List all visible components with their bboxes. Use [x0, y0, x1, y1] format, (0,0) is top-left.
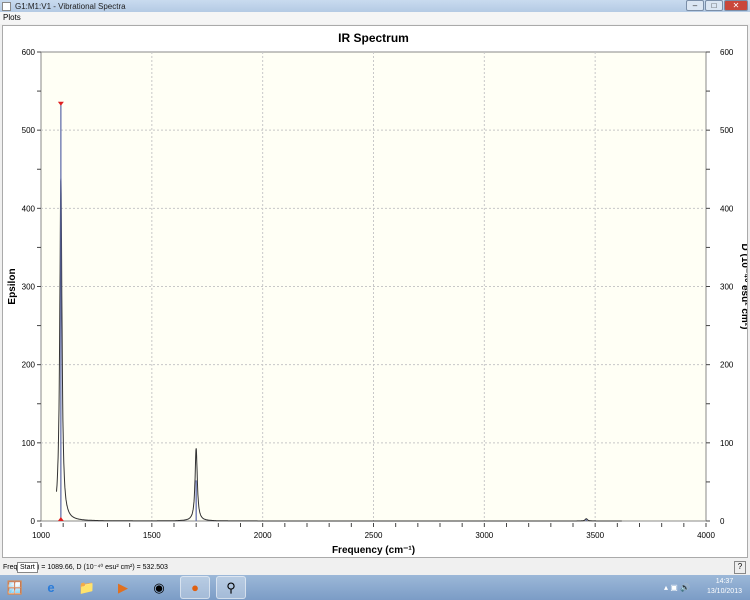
start-orb-icon[interactable]: 🪟	[0, 576, 30, 599]
x-tick-label: 3500	[586, 531, 604, 540]
y2-axis-label: D (10⁻⁴⁰ esu² cm²)	[739, 244, 747, 330]
ir-spectrum-chart[interactable]: IR Spectrum1000 1500 2000 2500 3000 3500 40000…	[3, 26, 747, 557]
clock-time: 14:37	[715, 578, 734, 585]
chrome-icon[interactable]: ◉	[144, 576, 174, 599]
x-axis-label: Frequency (cm⁻¹)	[332, 545, 415, 556]
x-tick-label: 1500	[143, 531, 161, 540]
start-tooltip: Start	[17, 562, 38, 573]
y-axis-label: Epsilon	[7, 268, 18, 304]
y2-tick-label: 100	[720, 439, 734, 448]
x-tick-label: 1000	[32, 531, 50, 540]
y2-tick-label: 500	[720, 126, 734, 135]
y2-tick-label: 0	[720, 517, 725, 526]
y2-tick-label: 200	[720, 361, 734, 370]
y-tick-label: 0	[31, 517, 36, 526]
tray-icons[interactable]: ▴ ▣ 🔊	[664, 583, 690, 592]
minimize-button[interactable]: –	[686, 0, 704, 11]
maximize-button[interactable]: □	[705, 0, 723, 11]
y-tick-label: 200	[22, 361, 36, 370]
chart-panel: IR Spectrum 1000 1500 2000 2500 3000 3500 4000 0…	[2, 25, 748, 558]
x-tick-label: 2500	[365, 531, 383, 540]
y2-tick-label: 300	[720, 283, 734, 292]
media-player-icon[interactable]: ▶	[108, 576, 138, 599]
status-bar: Freq (cm⁻¹) = 1089.66, D (10⁻⁴⁰ esu² cm²…	[0, 560, 750, 575]
chart-title: IR Spectrum	[338, 31, 409, 45]
window-title: G1:M1:V1 - Vibrational Spectra	[15, 1, 126, 11]
gaussview-icon[interactable]: ⚲	[216, 576, 246, 599]
y-tick-label: 100	[22, 439, 36, 448]
x-tick-label: 2000	[254, 531, 272, 540]
y-tick-label: 400	[22, 204, 36, 213]
y-tick-label: 300	[22, 283, 36, 292]
y2-tick-label: 400	[720, 204, 734, 213]
x-tick-label: 3000	[475, 531, 493, 540]
menu-bar: Plots	[0, 12, 750, 24]
menu-plots[interactable]: Plots	[3, 13, 21, 22]
file-explorer-icon[interactable]: 📁	[72, 576, 102, 599]
y-tick-label: 600	[22, 48, 36, 57]
close-button[interactable]: ✕	[724, 0, 748, 11]
clock-date: 13/10/2013	[706, 588, 742, 595]
firefox-icon[interactable]: ●	[180, 576, 210, 599]
title-bar: G1:M1:V1 - Vibrational Spectra – □ ✕	[0, 0, 750, 12]
y-tick-label: 500	[22, 126, 36, 135]
taskbar: 🪟 e 📁 ▶ ◉ ● ⚲ ▴ ▣ 🔊 14:37 13/10/2013	[0, 575, 750, 600]
app-icon	[2, 1, 11, 11]
x-tick-label: 4000	[697, 531, 715, 540]
y2-tick-label: 600	[720, 48, 734, 57]
clock[interactable]: 14:37 13/10/2013	[707, 577, 742, 597]
internet-explorer-icon[interactable]: e	[36, 576, 66, 599]
help-button[interactable]: ?	[734, 561, 746, 574]
